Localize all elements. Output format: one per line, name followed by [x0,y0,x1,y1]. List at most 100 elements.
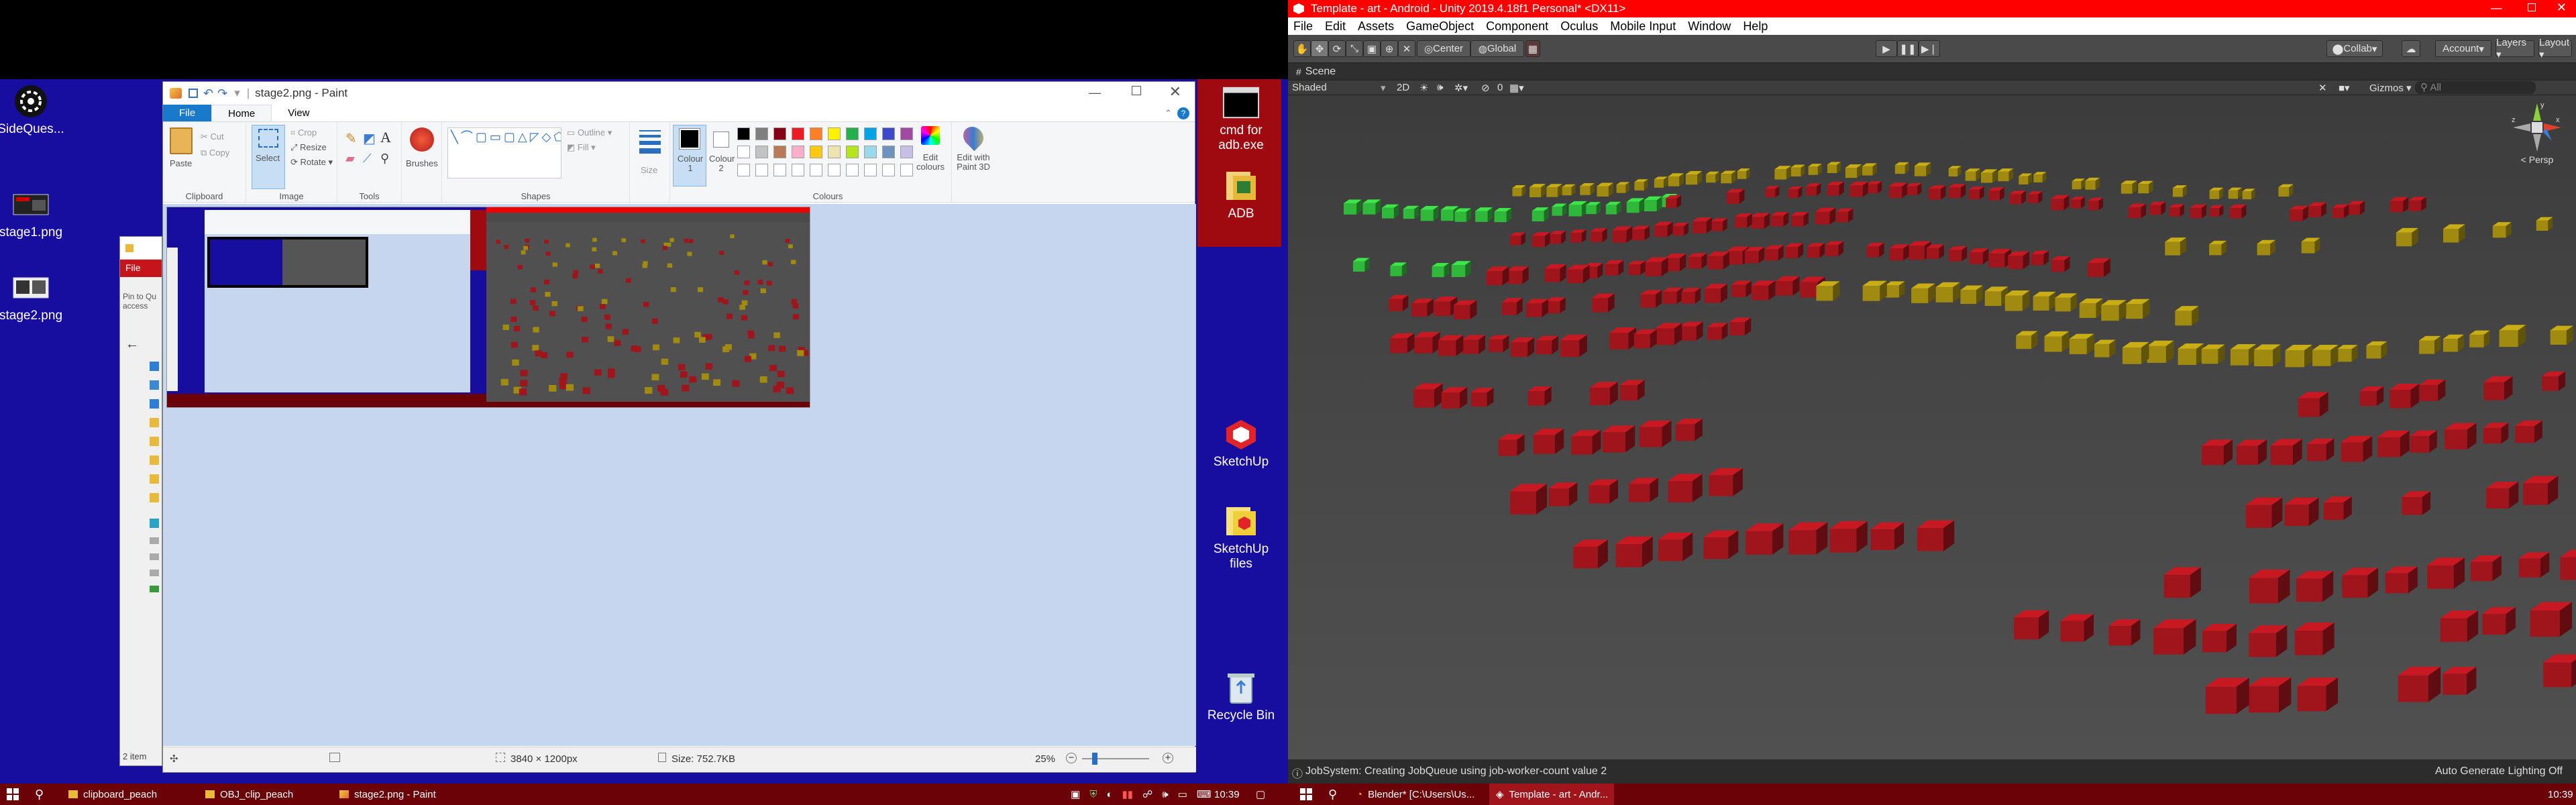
scene-block[interactable] [2542,371,2565,391]
scene-block[interactable] [2230,343,2257,366]
palette-swatch[interactable] [846,127,859,140]
hidden-objects-icon[interactable]: ⊘ [1481,82,1490,94]
scene-block[interactable] [1454,208,1471,222]
scene-block[interactable] [2175,306,2199,326]
menu-oculus[interactable]: Oculus [1560,19,1598,34]
scene-block[interactable] [2245,497,2283,528]
taskbar-clock[interactable]: 10:39 [2541,784,2576,805]
palette-swatch-custom[interactable] [773,164,786,176]
scene-block[interactable] [2153,619,2196,655]
scene-block[interactable] [1628,260,1646,275]
scene-block[interactable] [2242,189,2255,200]
scene-block[interactable] [1507,266,1529,284]
desktop-icon-stage2[interactable]: stage2.png [0,271,68,323]
menu-component[interactable]: Component [1486,19,1548,34]
scene-block[interactable] [1544,264,1566,282]
scene-block[interactable] [1816,281,1840,301]
console-last-message[interactable]: JobSystem: Creating JobQueue using job-w… [1305,765,1607,777]
scene-block[interactable] [1790,164,1805,177]
taskbar-item-obj-clip-peach[interactable]: OBJ_clip_peach [199,784,300,805]
scene-block[interactable] [1526,299,1549,317]
menu-help[interactable]: Help [1743,19,1768,34]
minimize-button[interactable]: — [2491,1,2502,15]
scene-block[interactable] [1567,264,1590,284]
scene-block[interactable] [1751,213,1770,229]
scene-block[interactable] [1928,185,1946,200]
scene-block[interactable] [1570,229,1587,243]
scene-block[interactable] [1774,166,1791,180]
scene-block[interactable] [2366,341,2387,359]
taskbar-clock[interactable]: 10:39 [1208,784,1246,805]
scene-block[interactable] [1560,334,1587,358]
scene-block[interactable] [1550,231,1566,244]
start-button[interactable] [0,784,25,805]
scene-block[interactable] [1645,257,1668,276]
scene-block[interactable] [1693,217,1712,233]
scene-block[interactable] [2285,345,2312,368]
scene-block[interactable] [1866,242,1884,258]
scene-block[interactable] [1888,182,1908,199]
scene-block[interactable] [1498,434,1525,456]
scene-block[interactable] [1825,241,1844,256]
color-picker-icon[interactable]: ⟋ [363,152,372,166]
zoom-slider[interactable] [1082,753,1149,765]
scene-block[interactable] [1948,184,1966,199]
unity-editor-window[interactable]: Template - art - Android - Unity 2019.4.… [1288,0,2576,805]
scene-block[interactable] [1735,213,1752,228]
palette-swatch[interactable] [737,146,750,158]
scene-block[interactable] [1907,182,1922,195]
palette-swatch-custom[interactable] [755,164,768,176]
scene-block[interactable] [1488,335,1509,352]
cut-button[interactable]: ✂ Cut [201,131,224,142]
scene-block[interactable] [2530,602,2572,637]
scene-block[interactable] [2169,204,2185,217]
pencil-icon[interactable]: ✎ [345,130,357,147]
copy-button[interactable]: ⧉ Copy [201,148,229,158]
scene-block[interactable] [2499,325,2526,347]
menu-gameobject[interactable]: GameObject [1406,19,1474,34]
palette-swatch[interactable] [755,146,768,158]
scene-block[interactable] [1640,290,1662,308]
scene-block[interactable] [2122,341,2149,364]
scene-block[interactable] [1709,468,1743,496]
scene-block[interactable] [2482,607,2516,635]
scene-block[interactable] [2209,205,2224,217]
select-icon[interactable] [258,129,278,148]
scene-block[interactable] [1771,212,1789,227]
volume-icon[interactable]: 🕪 [1162,789,1168,800]
tray-icon[interactable]: ◐ [1106,789,1112,800]
scene-block[interactable] [2128,203,2147,219]
scene-block[interactable] [2419,379,2446,401]
scene-block[interactable] [1815,207,1836,225]
scene-block[interactable] [1744,247,1765,264]
lighting-toggle-icon[interactable]: ☀ [1419,82,1428,94]
scene-block[interactable] [1845,164,1862,178]
desktop-icon-sidequest[interactable]: SideQues... [0,85,68,137]
scene-block[interactable] [1568,201,1587,217]
edit-colours-icon[interactable] [921,126,940,145]
scene-block[interactable] [2443,667,2477,695]
scene-block[interactable] [1414,331,1440,354]
display-icon[interactable]: ▭ [1178,788,1187,800]
palette-swatch[interactable] [792,127,804,140]
scene-block[interactable] [1935,282,1960,303]
scene-block[interactable] [1454,300,1477,319]
scene-block[interactable] [1849,181,1868,197]
palette-swatch[interactable] [846,146,859,158]
size-button[interactable]: Size [641,165,657,175]
maximize-button[interactable] [2528,3,2536,11]
scene-block[interactable] [2385,566,2418,594]
scene-block[interactable] [1668,474,1703,502]
scene-block[interactable] [2209,240,2227,256]
scene-block[interactable] [2201,344,2225,364]
scene-block[interactable] [1639,420,1672,447]
save-icon[interactable] [189,89,198,98]
resize-button[interactable]: ⤢ Resize [290,142,327,153]
scene-block[interactable] [1889,244,1909,261]
palette-swatch[interactable] [882,127,895,140]
scene-block[interactable] [1589,479,1618,504]
palette-swatch-custom[interactable] [792,164,804,176]
brushes-button[interactable]: Brushes [406,158,438,168]
explorer-file-tab[interactable]: File [120,260,162,277]
scene-block[interactable] [2257,239,2276,256]
